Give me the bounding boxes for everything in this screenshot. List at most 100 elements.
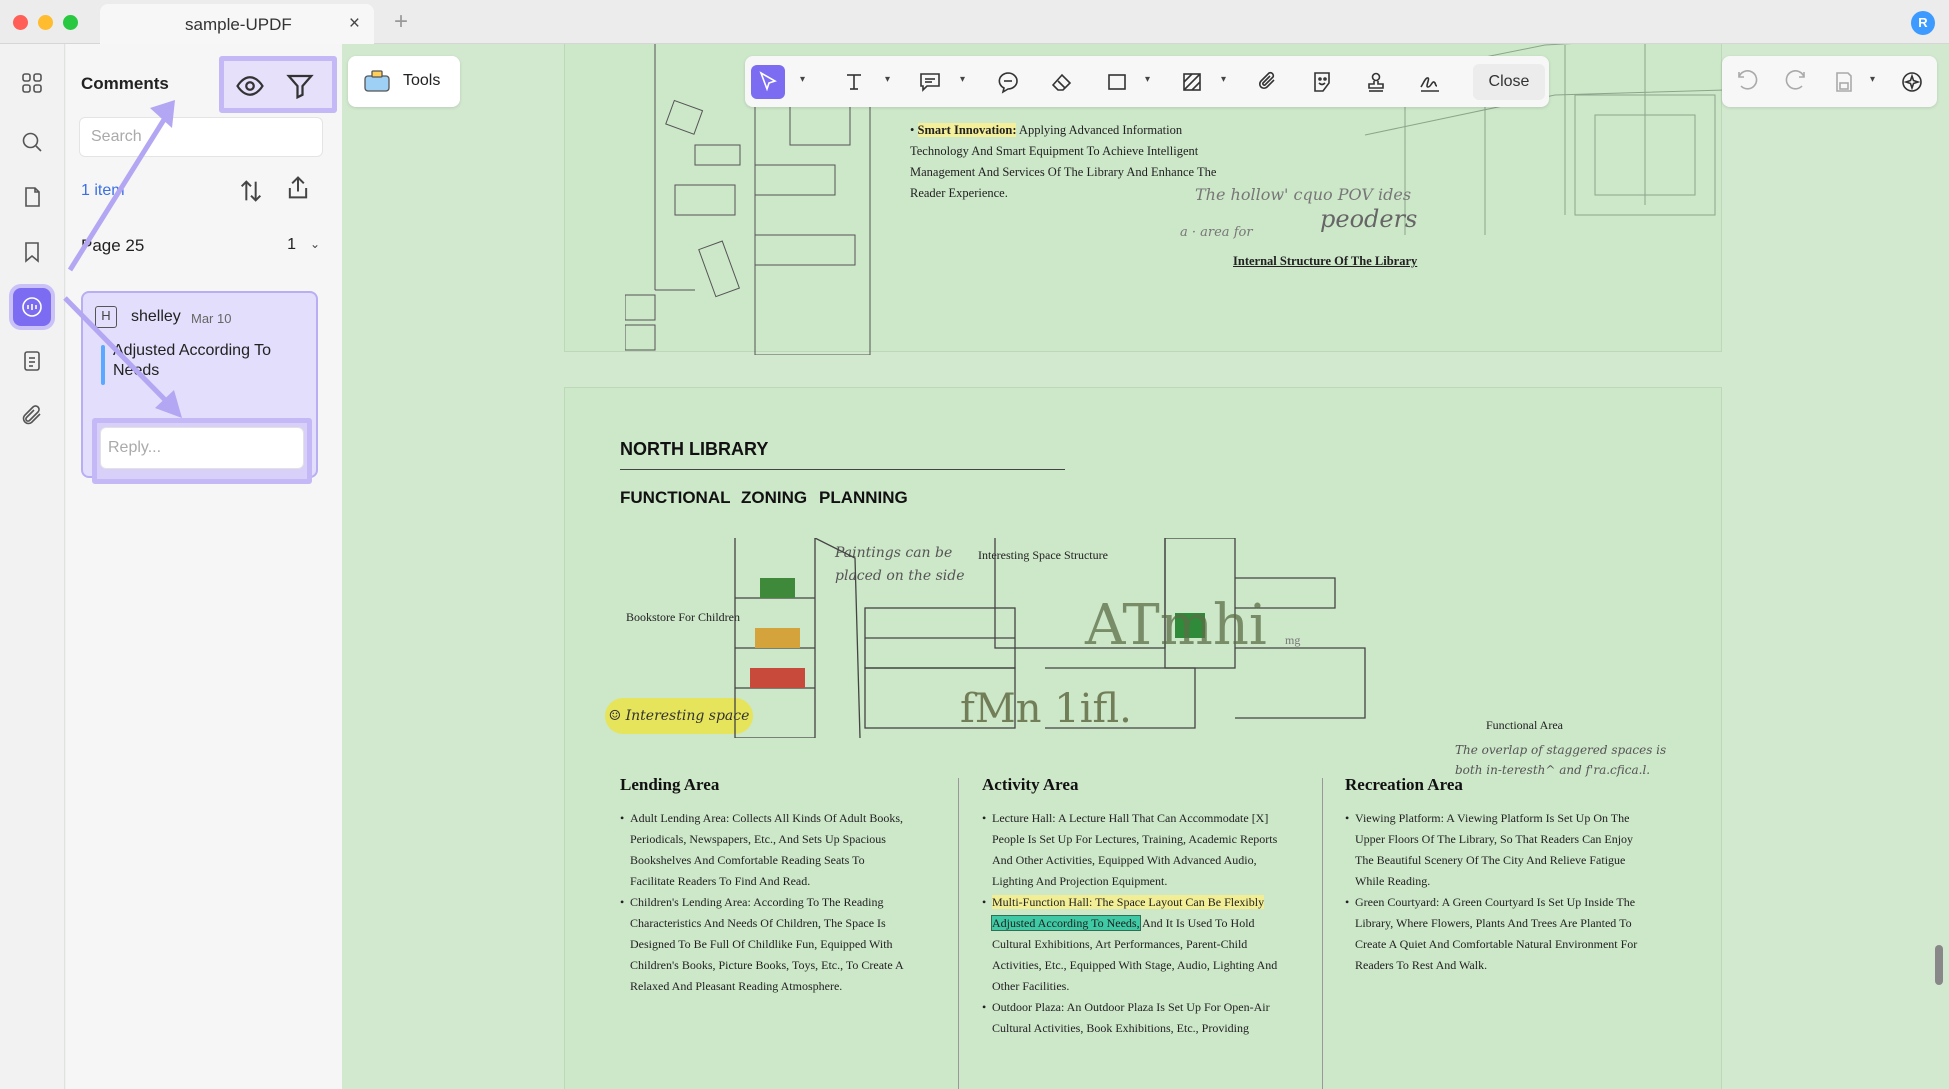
chevron-down-icon[interactable]: ▾: [800, 74, 805, 85]
vertical-scrollbar[interactable]: [1935, 945, 1943, 985]
comment-card[interactable]: H shelley Mar 10 Adjusted According To N…: [81, 291, 318, 484]
search-icon[interactable]: [13, 123, 51, 161]
select-tool-button[interactable]: [751, 65, 785, 99]
attachments-doc-icon[interactable]: [13, 342, 51, 380]
thumbnails-icon[interactable]: [13, 64, 51, 102]
area-highlight-tool-button[interactable]: [1175, 65, 1209, 99]
eye-icon[interactable]: [235, 71, 265, 101]
redo-icon[interactable]: [1779, 65, 1813, 99]
comments-icon[interactable]: [13, 288, 51, 326]
lending-area-title: Lending Area: [620, 775, 720, 794]
ai-assistant-icon[interactable]: [1895, 65, 1929, 99]
tab-close-icon[interactable]: ×: [349, 13, 360, 35]
chevron-down-icon[interactable]: ▾: [1145, 74, 1150, 85]
avatar[interactable]: R: [1911, 11, 1935, 35]
title-underline: [620, 469, 1065, 470]
reply-input[interactable]: [100, 427, 304, 469]
top-bullet: • Smart Innovation: Applying Advanced In…: [910, 123, 1217, 200]
reply-highlight-box: [92, 418, 312, 484]
subtitle-word-2: ZONING: [741, 488, 808, 507]
document-tab-title: sample-UPDF: [185, 15, 292, 34]
chevron-down-icon[interactable]: ▾: [1870, 74, 1875, 85]
page-label: Page 25: [81, 236, 145, 255]
close-window-button[interactable]: [13, 15, 28, 30]
title-bar: sample-UPDF × + R: [0, 0, 1949, 44]
zoom-window-button[interactable]: [63, 15, 78, 30]
section-title: NORTH LIBRARY: [620, 439, 769, 459]
left-rail: [0, 44, 65, 1089]
panel-title: Comments: [81, 74, 169, 93]
page-comment-count: 1: [287, 236, 296, 253]
column-divider: [958, 778, 959, 1089]
paperclip-icon[interactable]: [13, 396, 51, 434]
filter-icon[interactable]: [285, 71, 315, 101]
overlap-note-1: The overlap of staggered spaces is: [1455, 743, 1667, 757]
activity-area-title: Activity Area: [982, 775, 1079, 794]
highlighted-comment-anchor[interactable]: Adjusted According To Needs,: [991, 915, 1141, 931]
subtitle-word-3: PLANNING: [819, 488, 908, 507]
bookmark-icon[interactable]: [13, 233, 51, 271]
list-item: Children's Lending Area: According To Th…: [620, 892, 910, 997]
toolbox-icon: [364, 70, 390, 92]
undo-icon[interactable]: [1730, 65, 1764, 99]
minimize-window-button[interactable]: [38, 15, 53, 30]
internal-structure-caption: Internal Structure Of The Library: [1233, 254, 1418, 268]
list-item: Outdoor Plaza: An Outdoor Plaza Is Set U…: [982, 997, 1282, 1039]
tools-button[interactable]: Tools: [348, 56, 460, 107]
recreation-area-title: Recreation Area: [1345, 775, 1463, 794]
ocr-artifact-small: mg: [1285, 633, 1301, 647]
highlight-type-icon: H: [95, 306, 117, 328]
subtitle-word-1: FUNCTIONAL: [620, 488, 731, 507]
visibility-filter-group: [219, 56, 337, 113]
attachment-tool-button[interactable]: [1251, 65, 1285, 99]
new-tab-button[interactable]: +: [394, 8, 408, 36]
page-group-header[interactable]: Page 25 1 ⌄: [81, 236, 326, 256]
rectangle-tool-button[interactable]: [1100, 65, 1134, 99]
smart-innovation-highlight[interactable]: Smart Innovation:: [917, 123, 1017, 137]
pdf-page-25: NORTH LIBRARY FUNCTIONAL ZONING PLANNING…: [564, 387, 1722, 1089]
document-viewer[interactable]: • Smart Innovation: Applying Advanced In…: [342, 44, 1949, 1089]
export-icon[interactable]: [284, 174, 312, 207]
close-annotation-button[interactable]: Close: [1473, 64, 1545, 100]
handwriting-line-1: The hollow' cquo POV ides: [1195, 185, 1412, 204]
eraser-tool-button[interactable]: [1045, 65, 1079, 99]
sticker-tool-button[interactable]: [1305, 65, 1339, 99]
chevron-down-icon[interactable]: ⌄: [310, 237, 320, 251]
stamp-tool-button[interactable]: [1359, 65, 1393, 99]
ocr-artifact-2: fMn 1ifl.: [960, 686, 1132, 732]
comment-tool-button[interactable]: [913, 65, 947, 99]
functional-area-label: Functional Area: [1486, 718, 1563, 732]
chevron-down-icon[interactable]: ▾: [885, 74, 890, 85]
comment-text: Adjusted According To Needs: [113, 342, 272, 379]
sort-icon[interactable]: [237, 177, 265, 210]
activity-area-list: Lecture Hall: A Lecture Hall That Can Ac…: [982, 808, 1282, 1039]
search-input[interactable]: [80, 118, 322, 156]
history-toolbar: ▾: [1722, 56, 1937, 107]
list-item: Adult Lending Area: Collects All Kinds O…: [620, 808, 910, 892]
handwriting-line-3: a · area for: [1180, 225, 1253, 240]
ocr-artifact-1: ATmhi: [1085, 593, 1267, 658]
highlight-color-bar: [101, 345, 105, 385]
highlight-yellow[interactable]: Multi-Function Hall: The Space Layout Ca…: [992, 895, 1265, 909]
sticky-note-tool-button[interactable]: [991, 65, 1025, 99]
pages-icon[interactable]: [13, 178, 51, 216]
list-item-highlighted: Multi-Function Hall: The Space Layout Ca…: [982, 892, 1282, 997]
search-field[interactable]: [79, 117, 323, 157]
comment-author: shelley: [131, 308, 181, 325]
lending-area-list: Adult Lending Area: Collects All Kinds O…: [620, 808, 910, 997]
handwriting-line-2: peoders: [1320, 205, 1418, 233]
list-item: Viewing Platform: A Viewing Platform Is …: [1345, 808, 1645, 892]
chevron-down-icon[interactable]: ▾: [960, 74, 965, 85]
overlap-note-2: both in-teresth^ and f'ra.cfica.l.: [1455, 763, 1651, 777]
column-divider: [1322, 778, 1323, 1089]
document-tab[interactable]: sample-UPDF ×: [100, 4, 374, 44]
list-item: Lecture Hall: A Lecture Hall That Can Ac…: [982, 808, 1282, 892]
list-item: Green Courtyard: A Green Courtyard Is Se…: [1345, 892, 1645, 976]
chevron-down-icon[interactable]: ▾: [1221, 74, 1226, 85]
signature-tool-button[interactable]: [1413, 65, 1447, 99]
comments-panel: Comments 1 item Page 25 1 ⌄ H shelley Ma…: [66, 44, 342, 1089]
text-tool-button[interactable]: [837, 65, 871, 99]
items-count: 1 item: [81, 182, 125, 199]
save-icon[interactable]: [1827, 65, 1861, 99]
tools-label: Tools: [403, 72, 441, 89]
